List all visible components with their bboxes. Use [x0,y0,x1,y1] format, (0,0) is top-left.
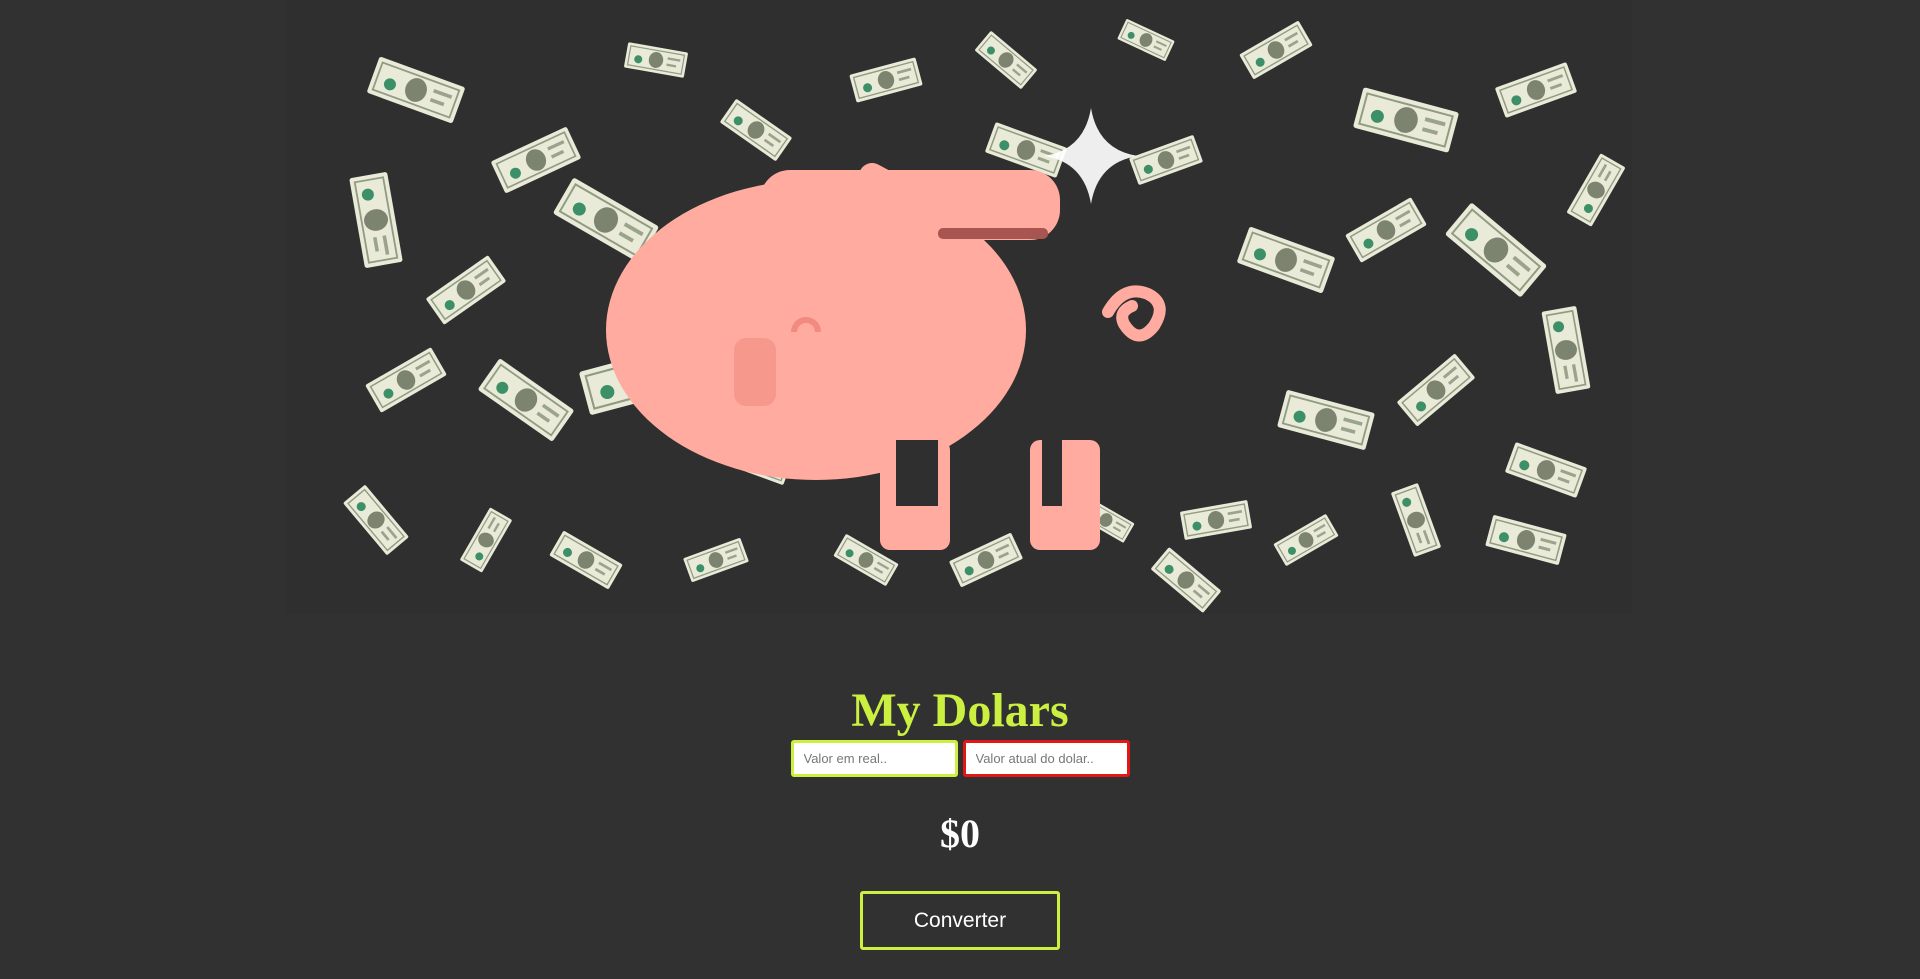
dollar-bill [342,483,410,557]
hero-image [286,0,1632,614]
dollar-bill [719,97,793,163]
dollar-bill [1390,482,1442,558]
dollar-bill [476,357,576,443]
dollar-bill [1116,18,1176,62]
dollar-bill [1494,61,1578,119]
dollar-bill [848,56,924,104]
page-title: My Dolars [851,684,1069,738]
dollar-bill [1276,388,1376,452]
dollar-bill [424,254,508,326]
dollar-bill [489,125,583,195]
dollar-bill [1238,19,1314,81]
dollar-bill [459,506,513,574]
dollar-bill [548,529,624,591]
dollar-bill [1484,513,1568,567]
real-value-input[interactable] [790,740,958,777]
dollar-rate-input[interactable] [962,740,1130,777]
dollar-bill [1443,201,1549,299]
dollar-bill [973,30,1039,90]
dollar-bill [1351,86,1461,154]
dollar-bill [365,55,467,125]
dollar-bill [348,170,404,270]
piggy-bank-illustration [606,108,1166,550]
dollar-bill [364,346,448,414]
conversion-inputs [0,740,1920,777]
dollar-bill [1565,152,1627,228]
dollar-bill [1235,225,1337,295]
dollar-bill [1540,304,1592,396]
conversion-result: $0 [940,811,980,856]
dollar-bill [1179,499,1253,541]
dollar-bill [1504,441,1588,499]
dollar-bill [984,121,1068,179]
dollar-bill [948,531,1024,589]
dollar-bill [1344,196,1428,264]
dollar-bill [682,536,750,584]
dollar-bill [623,41,689,79]
convert-button[interactable]: Converter [860,891,1060,950]
dollar-bill [1395,352,1477,428]
dollar-bill [1128,134,1204,186]
app-page: My Dolars $0 Converter [0,0,1920,979]
dollar-bill [1149,546,1223,614]
dollar-bill [1272,513,1340,567]
